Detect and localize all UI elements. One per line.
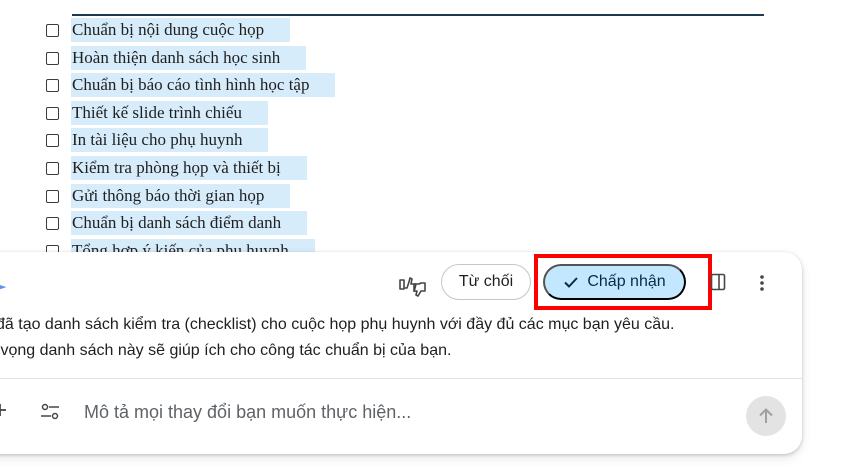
assistant-panel: ► Từ chối Chấp nhận i đã tạo danh sách k… (0, 252, 802, 454)
arrow-up-icon (759, 408, 773, 423)
accept-button[interactable]: Chấp nhận (543, 264, 686, 300)
accept-button-label: Chấp nhận (587, 273, 666, 290)
checkbox[interactable] (46, 23, 59, 37)
checklist-item-text: Chuẩn bị báo cáo tình hình học tập (71, 73, 336, 97)
prompt-input[interactable] (84, 399, 684, 425)
checklist-item-text: Gửi thông báo thời gian họp (71, 184, 291, 208)
checklist-item-text: Chuẩn bị nội dung cuộc họp (71, 18, 291, 42)
plus-icon[interactable] (0, 403, 7, 417)
checkbox[interactable] (46, 216, 59, 230)
checklist-item-text: Kiểm tra phòng họp và thiết bị (71, 156, 307, 180)
checklist-item-text: Hoàn thiện danh sách học sinh (71, 46, 307, 70)
checkbox[interactable] (46, 106, 59, 120)
reject-button[interactable]: Từ chối (441, 264, 531, 300)
assistant-message-line: i đã tạo danh sách kiểm tra (checklist) … (0, 316, 675, 333)
assistant-message-line: y vọng danh sách này sẽ giúp ích cho côn… (0, 342, 452, 359)
checklist-item[interactable]: Kiểm tra phòng họp và thiết bị (46, 155, 307, 181)
checklist-item-text: Thiết kế slide trình chiếu (71, 101, 268, 125)
panel-divider (0, 378, 802, 379)
checklist-item[interactable]: Chuẩn bị nội dung cuộc họp (46, 17, 291, 43)
more-vert-icon[interactable] (754, 274, 770, 292)
check-icon (564, 277, 579, 288)
spark-icon: ► (0, 280, 7, 293)
checklist-item[interactable]: Chuẩn bị báo cáo tình hình học tập (46, 72, 336, 98)
thumbs-up-down-icon[interactable] (398, 274, 428, 298)
checkbox[interactable] (46, 189, 59, 203)
checklist-item[interactable]: Hoàn thiện danh sách học sinh (46, 45, 307, 71)
checklist-item[interactable]: Thiết kế slide trình chiếu (46, 100, 268, 126)
checkbox[interactable] (46, 78, 59, 92)
checklist-item[interactable]: In tài liệu cho phụ huynh (46, 127, 269, 153)
checkbox[interactable] (46, 51, 59, 65)
send-button[interactable] (746, 396, 786, 436)
checklist-item-text: In tài liệu cho phụ huynh (71, 128, 269, 152)
document-top-rule (72, 14, 764, 16)
checklist-item[interactable]: Gửi thông báo thời gian họp (46, 183, 291, 209)
checklist-item[interactable]: Chuẩn bị danh sách điểm danh (46, 210, 308, 236)
checkbox[interactable] (46, 161, 59, 175)
document-canvas[interactable]: Chuẩn bị nội dung cuộc họp Hoàn thiện da… (0, 0, 856, 262)
checkbox[interactable] (46, 133, 59, 147)
tune-icon[interactable] (39, 403, 61, 421)
side-panel-icon[interactable] (710, 273, 726, 291)
checklist-item-text: Chuẩn bị danh sách điểm danh (71, 211, 308, 235)
